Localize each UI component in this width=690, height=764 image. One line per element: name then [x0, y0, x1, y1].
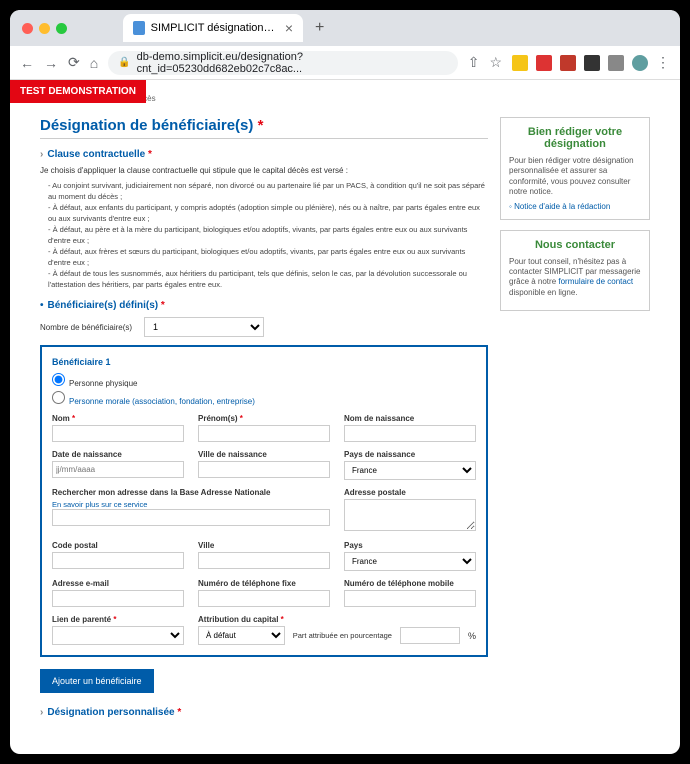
- sidebar-help-box: Bien rédiger votre désignation Pour bien…: [500, 117, 650, 220]
- beneficiaire-card: Bénéficiaire 1 Personne physique Personn…: [40, 345, 488, 657]
- section-beneficiaires[interactable]: •Bénéficiaire(s) défini(s) *: [40, 300, 488, 311]
- close-window-icon[interactable]: [22, 23, 33, 34]
- nom-input[interactable]: [52, 425, 184, 442]
- section-personnalisee[interactable]: ›Désignation personnalisée *: [40, 707, 488, 718]
- home-icon[interactable]: ⌂: [90, 55, 98, 71]
- puzzle-icon[interactable]: [584, 55, 600, 71]
- addr-service-link[interactable]: En savoir plus sur ce service: [52, 500, 147, 509]
- extension-icon[interactable]: [536, 55, 552, 71]
- clause-bullets: - Au conjoint survivant, judiciairement …: [40, 181, 488, 290]
- url-text: db-demo.simplicit.eu/designation?cnt_id=…: [137, 51, 448, 75]
- radio-physique[interactable]: [52, 373, 65, 386]
- ville-input[interactable]: [198, 552, 330, 569]
- reload-icon[interactable]: ⟳: [68, 54, 80, 71]
- section-clause[interactable]: ›Clause contractuelle *: [40, 149, 488, 160]
- browser-toolbar: ← → ⟳ ⌂ 🔒 db-demo.simplicit.eu/designati…: [10, 46, 680, 80]
- pays-naissance-select[interactable]: France: [344, 461, 476, 480]
- notice-link[interactable]: ◦ Notice d'aide à la rédaction: [509, 202, 610, 211]
- minimize-window-icon[interactable]: [39, 23, 50, 34]
- attribution-select[interactable]: À défaut: [198, 626, 285, 645]
- add-beneficiaire-button[interactable]: Ajouter un bénéficiaire: [40, 669, 154, 693]
- contact-link[interactable]: formulaire de contact: [558, 277, 633, 286]
- tab-title: SIMPLICIT désignation de bén: [151, 22, 275, 34]
- addr-search-input[interactable]: [52, 509, 330, 526]
- tel-mobile-input[interactable]: [344, 590, 476, 607]
- forward-icon[interactable]: →: [44, 55, 58, 71]
- prenom-input[interactable]: [198, 425, 330, 442]
- adresse-postale-input[interactable]: [344, 499, 476, 531]
- pourcentage-input[interactable]: [400, 627, 460, 644]
- sidebar-help-title: Bien rédiger votre désignation: [509, 126, 641, 150]
- back-icon[interactable]: ←: [20, 55, 34, 71]
- nom-naissance-input[interactable]: [344, 425, 476, 442]
- sidebar-contact-title: Nous contacter: [509, 239, 641, 251]
- ville-naissance-input[interactable]: [198, 461, 330, 478]
- share-icon[interactable]: ⇧: [468, 54, 480, 71]
- browser-tab[interactable]: SIMPLICIT désignation de bén ×: [123, 14, 303, 42]
- window-titlebar: SIMPLICIT désignation de bén × +: [10, 10, 680, 46]
- count-select[interactable]: 1: [144, 317, 264, 337]
- cp-input[interactable]: [52, 552, 184, 569]
- lock-icon: 🔒: [118, 57, 130, 68]
- date-naissance-input[interactable]: [52, 461, 184, 478]
- tab-favicon: [133, 21, 145, 35]
- test-badge: TEST DEMONSTRATION: [10, 80, 146, 103]
- address-bar[interactable]: 🔒 db-demo.simplicit.eu/designation?cnt_i…: [108, 51, 458, 75]
- extension-icon[interactable]: [560, 55, 576, 71]
- sidebar-contact-box: Nous contacter Pour tout conseil, n'hési…: [500, 230, 650, 312]
- page-title: Désignation de bénéficiaire(s) *: [40, 117, 488, 139]
- menu-icon[interactable]: ⋮: [656, 54, 670, 71]
- breadcrumb: Réédite à mon décès: [80, 94, 650, 103]
- count-label: Nombre de bénéficiaire(s): [40, 323, 132, 332]
- intro-text: Je choisis d'appliquer la clause contrac…: [40, 166, 488, 175]
- close-tab-icon[interactable]: ×: [285, 20, 293, 36]
- extension-icon[interactable]: [512, 55, 528, 71]
- pays-select[interactable]: France: [344, 552, 476, 571]
- bookmark-icon[interactable]: ☆: [489, 54, 502, 71]
- lien-parente-select[interactable]: [52, 626, 184, 645]
- new-tab-button[interactable]: +: [315, 19, 324, 37]
- email-input[interactable]: [52, 590, 184, 607]
- avatar-icon[interactable]: [632, 55, 648, 71]
- beneficiaire-title: Bénéficiaire 1: [52, 357, 476, 367]
- radio-morale[interactable]: [52, 391, 65, 404]
- maximize-window-icon[interactable]: [56, 23, 67, 34]
- extension-icon[interactable]: [608, 55, 624, 71]
- tel-fixe-input[interactable]: [198, 590, 330, 607]
